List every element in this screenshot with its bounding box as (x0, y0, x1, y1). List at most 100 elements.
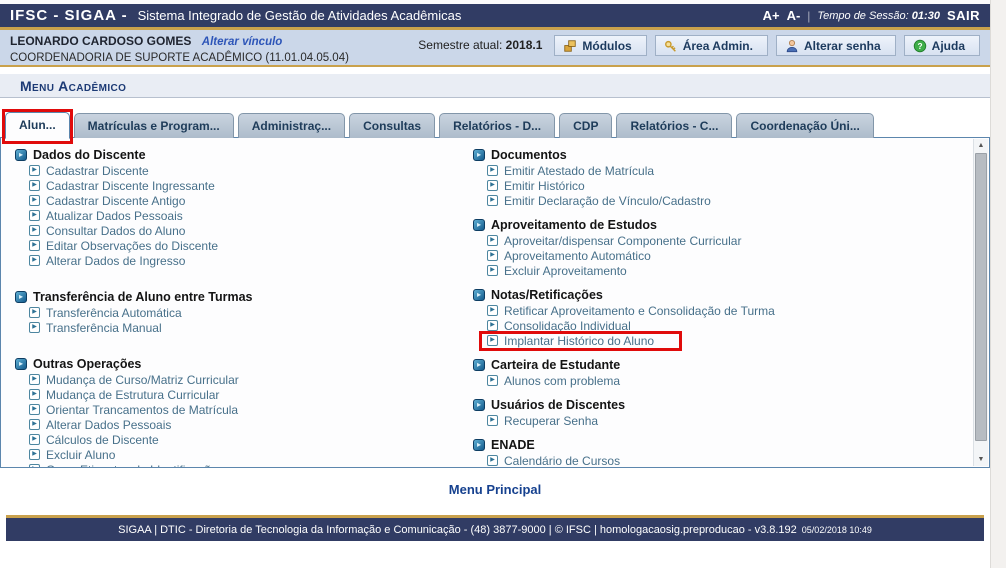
scroll-up-arrow[interactable]: ▲ (974, 139, 988, 152)
footer-bar: SIGAA | DTIC - Diretoria de Tecnologia d… (6, 518, 984, 541)
section-title: ▸Outras Operações (15, 355, 473, 372)
menu-item-cadastrar-discente-ingressante[interactable]: ▶Cadastrar Discente Ingressante (15, 178, 215, 193)
browser-scroll-gutter (990, 0, 1006, 568)
arrow-icon: ▶ (487, 375, 498, 386)
footer-text: SIGAA | DTIC - Diretoria de Tecnologia d… (118, 524, 797, 536)
arrow-icon: ▶ (29, 225, 40, 236)
tab-relat-rios-d[interactable]: Relatórios - D... (439, 113, 555, 138)
arrow-icon: ▶ (29, 195, 40, 206)
menu-section-notas-retifica-es: ▸Notas/Retificações▶Retificar Aproveitam… (473, 286, 959, 348)
menu-section-usu-rios-de-discentes: ▸Usuários de Discentes▶Recuperar Senha (473, 396, 959, 428)
menu-item-retificar-aproveitamento-e-consolida-o-de-turma[interactable]: ▶Retificar Aproveitamento e Consolidação… (473, 303, 775, 318)
menu-item-alunos-com-problema[interactable]: ▶Alunos com problema (473, 373, 620, 388)
menu-item-excluir-aluno[interactable]: ▶Excluir Aluno (15, 447, 115, 462)
arrow-icon: ▶ (29, 389, 40, 400)
menu-item-emitir-declara-o-de-v-nculo-cadastro[interactable]: ▶Emitir Declaração de Vínculo/Cadastro (473, 193, 711, 208)
m-dulos-button[interactable]: Módulos (554, 35, 646, 56)
menu-section-dados-do-discente: ▸Dados do Discente▶Cadastrar Discente▶Ca… (15, 146, 473, 268)
section-folder-icon: ▸ (15, 291, 27, 303)
panel-scrollbar[interactable]: ▲ ▼ (973, 139, 988, 466)
tab-matr-culas-e-program[interactable]: Matrículas e Program... (74, 113, 234, 138)
arrow-icon: ▶ (29, 255, 40, 266)
section-folder-icon: ▸ (15, 149, 27, 161)
menu-item-consultar-dados-do-aluno[interactable]: ▶Consultar Dados do Aluno (15, 223, 185, 238)
user-unit: COORDENADORIA DE SUPORTE ACADÊMICO (11.0… (10, 50, 349, 66)
arrow-icon: ▶ (487, 455, 498, 466)
section-folder-icon: ▸ (473, 219, 485, 231)
tab-cdp[interactable]: CDP (559, 113, 612, 138)
system-title: Sistema Integrado de Gestão de Atividade… (138, 8, 462, 23)
tab-administra[interactable]: Administraç... (238, 113, 345, 138)
menu-column-left: ▸Dados do Discente▶Cadastrar Discente▶Ca… (15, 146, 473, 468)
arrow-icon: ▶ (487, 320, 498, 331)
ajuda-button[interactable]: ?Ajuda (904, 35, 980, 56)
session-timer: Tempo de Sessão: 01:30 (817, 10, 940, 22)
scroll-down-arrow[interactable]: ▼ (974, 453, 988, 466)
section-folder-icon: ▸ (473, 359, 485, 371)
menu-item-atualizar-dados-pessoais[interactable]: ▶Atualizar Dados Pessoais (15, 208, 183, 223)
section-title: ▸Notas/Retificações (473, 286, 959, 303)
arrow-icon: ▶ (29, 419, 40, 430)
menu-item-consolida-o-individual[interactable]: ▶Consolidação Individual (473, 318, 631, 333)
menu-section-documentos: ▸Documentos▶Emitir Atestado de Matrícula… (473, 146, 959, 208)
person-icon (785, 39, 799, 53)
arrow-icon: ▶ (29, 404, 40, 415)
menu-item-aproveitar-dispensar-componente-curricular[interactable]: ▶Aproveitar/dispensar Componente Curricu… (473, 233, 741, 248)
section-folder-icon: ▸ (473, 399, 485, 411)
arrow-icon: ▶ (29, 434, 40, 445)
menu-item-emitir-hist-rico[interactable]: ▶Emitir Histórico (473, 178, 585, 193)
arrow-icon: ▶ (29, 374, 40, 385)
section-folder-icon: ▸ (473, 439, 485, 451)
menu-item-c-lculos-de-discente[interactable]: ▶Cálculos de Discente (15, 432, 159, 447)
menu-item-orientar-trancamentos-de-matr-cula[interactable]: ▶Orientar Trancamentos de Matrícula (15, 402, 238, 417)
menu-item-emitir-atestado-de-matr-cula[interactable]: ▶Emitir Atestado de Matrícula (473, 163, 654, 178)
section-folder-icon: ▸ (473, 289, 485, 301)
menu-item-mudan-a-de-curso-matriz-curricular[interactable]: ▶Mudança de Curso/Matriz Curricular (15, 372, 239, 387)
modules-box-icon (563, 39, 577, 53)
arrow-icon: ▶ (29, 240, 40, 251)
arrow-icon: ▶ (487, 305, 498, 316)
menu-item-cadastrar-discente-antigo[interactable]: ▶Cadastrar Discente Antigo (15, 193, 185, 208)
menu-item-implantar-hist-rico-do-aluno[interactable]: ▶Implantar Histórico do Aluno (473, 333, 654, 348)
change-bond-link[interactable]: Alterar vínculo (202, 36, 283, 48)
menu-item-mudan-a-de-estrutura-curricular[interactable]: ▶Mudança de Estrutura Curricular (15, 387, 219, 402)
menu-item-aproveitamento-autom-tico[interactable]: ▶Aproveitamento Automático (473, 248, 651, 263)
arrow-icon: ▶ (487, 415, 498, 426)
menu-column-right: ▸Documentos▶Emitir Atestado de Matrícula… (473, 146, 959, 468)
section-folder-icon: ▸ (473, 149, 485, 161)
section-folder-icon: ▸ (15, 358, 27, 370)
menu-item-editar-observa-es-do-discente[interactable]: ▶Editar Observações do Discente (15, 238, 218, 253)
arrow-icon: ▶ (29, 180, 40, 191)
brand-logo: IFSC - SIGAA - (10, 7, 128, 24)
menu-section-aproveitamento-de-estudos: ▸Aproveitamento de Estudos▶Aproveitar/di… (473, 216, 959, 278)
menu-item-calend-rio-de-cursos[interactable]: ▶Calendário de Cursos (473, 453, 620, 468)
menu-header-band: Menu Acadêmico (0, 74, 990, 98)
tab-relat-rios-c[interactable]: Relatórios - C... (616, 113, 732, 138)
alterar-senha-button[interactable]: Alterar senha (776, 35, 896, 56)
menu-item-transfer-ncia-autom-tica[interactable]: ▶Transferência Automática (15, 305, 182, 320)
menu-item-recuperar-senha[interactable]: ▶Recuperar Senha (473, 413, 598, 428)
rea-admin-button[interactable]: Área Admin. (655, 35, 768, 56)
menu-item-alterar-dados-pessoais[interactable]: ▶Alterar Dados Pessoais (15, 417, 171, 432)
tab-coordena-o-ni[interactable]: Coordenação Úni... (736, 113, 873, 138)
arrow-icon: ▶ (29, 449, 40, 460)
section-title: ▸Usuários de Discentes (473, 396, 959, 413)
arrow-icon: ▶ (29, 307, 40, 318)
arrow-icon: ▶ (487, 165, 498, 176)
scrollbar-thumb[interactable] (975, 153, 987, 441)
tab-consultas[interactable]: Consultas (349, 113, 435, 138)
menu-section-carteira-de-estudante: ▸Carteira de Estudante▶Alunos com proble… (473, 356, 959, 388)
logout-button[interactable]: SAIR (947, 8, 980, 23)
arrow-icon: ▶ (487, 195, 498, 206)
menu-item-excluir-aproveitamento[interactable]: ▶Excluir Aproveitamento (473, 263, 627, 278)
menu-item-gerar-etiquetas-de-identifica-o[interactable]: ▶Gerar Etiquetas de Identificação (15, 462, 217, 468)
font-increase-button[interactable]: A+ (763, 8, 780, 23)
tab-alun[interactable]: Alun... (5, 112, 70, 139)
menu-item-alterar-dados-de-ingresso[interactable]: ▶Alterar Dados de Ingresso (15, 253, 185, 268)
arrow-icon: ▶ (29, 322, 40, 333)
main-menu-link[interactable]: Menu Principal (449, 482, 541, 497)
section-title: ▸Dados do Discente (15, 146, 473, 163)
font-decrease-button[interactable]: A- (787, 8, 801, 23)
menu-item-transfer-ncia-manual[interactable]: ▶Transferência Manual (15, 320, 162, 335)
menu-item-cadastrar-discente[interactable]: ▶Cadastrar Discente (15, 163, 149, 178)
